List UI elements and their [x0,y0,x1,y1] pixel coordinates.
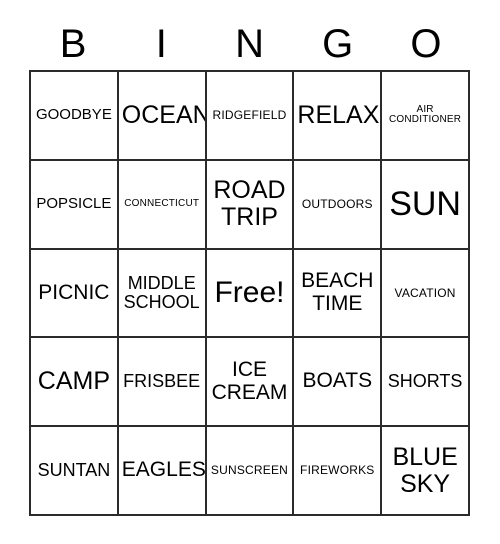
bingo-cell-b3[interactable]: PICNIC [31,249,119,339]
bingo-cell-label: BOATS [302,369,373,393]
bingo-cell-free-space[interactable]: Free! [206,249,295,339]
bingo-cell-label: Free! [214,275,285,309]
bingo-cell-label: POPSICLE [36,195,112,213]
bingo-cell-b1[interactable]: GOODBYE [31,72,119,161]
bingo-cell-g1[interactable]: RELAX [294,72,383,161]
bingo-header-row: B I N G O [29,18,470,70]
bingo-cell-label: RELAX [297,100,380,129]
bingo-cell-i1[interactable]: OCEAN [118,72,207,161]
bingo-cell-o2[interactable]: SUN [382,160,470,250]
bingo-cell-label: PICNIC [38,280,110,304]
bingo-cell-label: BEACH TIME [301,269,374,315]
bingo-cell-label: GOODBYE [35,106,112,124]
bingo-cell-g4[interactable]: BOATS [294,338,383,428]
bingo-cell-label: SHORTS [387,371,463,392]
bingo-cell-label: SUNSCREEN [210,463,289,478]
bingo-header-letter-n: N [235,22,264,66]
bingo-cell-o3[interactable]: VACATION [382,249,470,339]
bingo-cell-label: SUNTAN [37,459,111,480]
bingo-cell-label: FRISBEE [123,371,201,392]
bingo-cell-i5[interactable]: EAGLES [118,427,207,516]
bingo-cell-label: SUN [389,184,461,223]
bingo-cell-label: FIREWORKS [300,463,375,478]
bingo-header-letter-b: B [59,22,87,66]
bingo-cell-g2[interactable]: OUTDOORS [294,160,383,250]
bingo-cell-o4[interactable]: SHORTS [382,338,470,428]
bingo-header-letter-g: G [322,22,354,66]
bingo-cell-g3[interactable]: BEACH TIME [294,249,383,339]
bingo-cell-o5[interactable]: BLUE SKY [382,427,470,516]
bingo-cell-label: OCEAN [121,100,207,129]
bingo-cell-i2[interactable]: CONNECTICUT [118,160,207,250]
bingo-cell-label: EAGLES [121,458,206,482]
bingo-cell-n5[interactable]: SUNSCREEN [206,427,295,516]
bingo-cell-o1[interactable]: AIR CONDITIONER [382,72,470,161]
bingo-cell-label: ROAD TRIP [213,176,286,232]
bingo-grid: GOODBYE OCEAN RIDGEFIELD RELAX AIR CONDITION… [29,70,470,516]
bingo-cell-g5[interactable]: FIREWORKS [294,427,383,516]
bingo-cell-label: AIR CONDITIONER [388,103,462,126]
bingo-cell-b5[interactable]: SUNTAN [31,427,119,516]
bingo-cell-n1[interactable]: RIDGEFIELD [206,72,295,161]
bingo-cell-label: CAMP [37,367,111,396]
bingo-cell-label: BLUE SKY [392,442,458,498]
bingo-cell-i3[interactable]: MIDDLE SCHOOL [118,249,207,339]
bingo-cell-n2[interactable]: ROAD TRIP [206,160,295,250]
bingo-header-letter-i: I [155,22,167,66]
bingo-header-letter-o: O [410,22,442,66]
bingo-cell-b4[interactable]: CAMP [31,338,119,428]
bingo-cell-label: OUTDOORS [301,196,373,211]
bingo-cell-b2[interactable]: POPSICLE [31,160,119,250]
bingo-cell-i4[interactable]: FRISBEE [118,338,207,428]
bingo-cell-label: ICE CREAM [211,358,288,404]
bingo-cell-n4[interactable]: ICE CREAM [206,338,295,428]
bingo-cell-label: CONNECTICUT [124,197,200,209]
bingo-cell-label: VACATION [394,285,456,300]
bingo-cell-label: RIDGEFIELD [212,107,287,122]
bingo-cell-label: MIDDLE SCHOOL [123,272,200,312]
bingo-card: B I N G O GOODBYE OCEAN RIDGEFIELD RELAX AIR… [0,0,500,544]
